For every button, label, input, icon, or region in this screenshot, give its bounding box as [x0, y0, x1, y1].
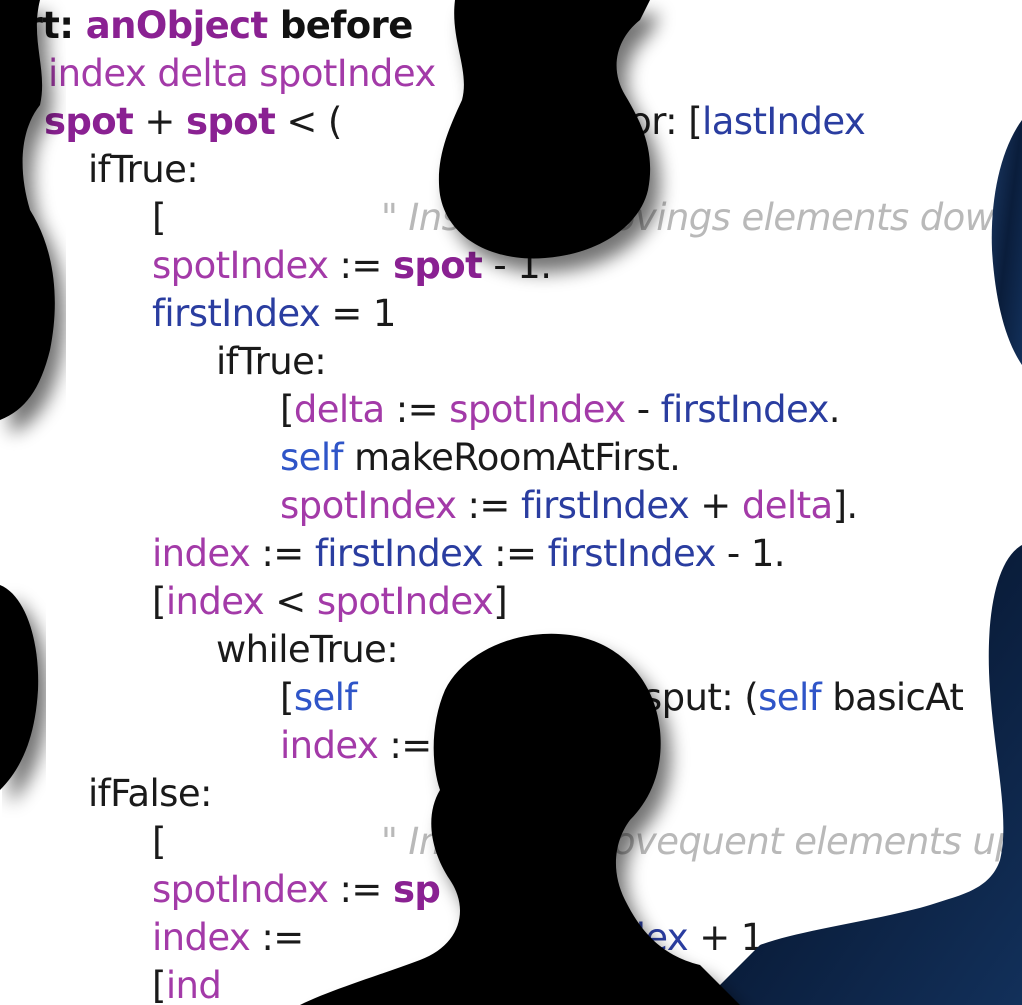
dark-piece-left-upper: [0, 0, 55, 420]
blue-piece-upper: [991, 120, 1022, 365]
puzzle-overlay: [0, 0, 1022, 1005]
dark-piece-top-knob: [438, 0, 651, 259]
dark-piece-bottom: [300, 633, 740, 1005]
puzzle-stage: ert: anObject before index delta spotInde…: [0, 0, 1022, 1005]
dark-piece-left-lower: [0, 585, 39, 790]
blue-piece-lower: [700, 545, 1022, 1005]
